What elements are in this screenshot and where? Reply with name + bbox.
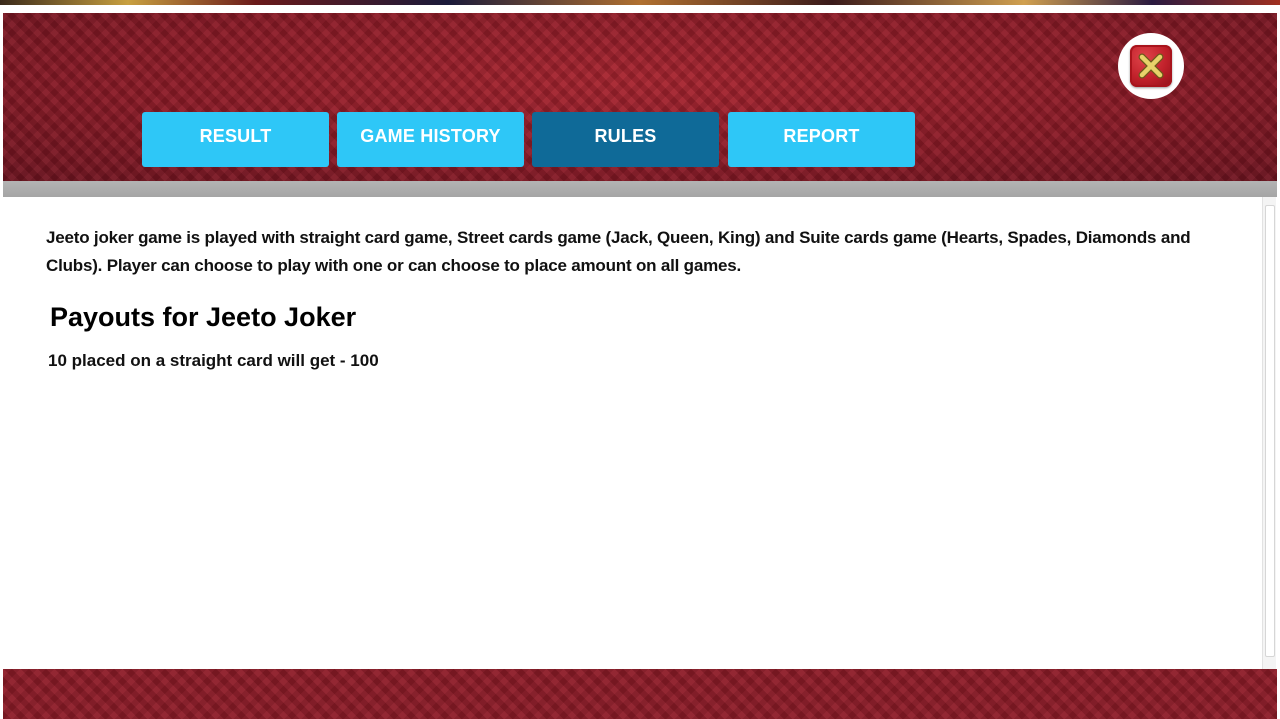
scrollbar-thumb[interactable] <box>1265 205 1275 657</box>
content-header-bar <box>3 181 1277 197</box>
payout-line: 10 placed on a straight card will get - … <box>48 351 379 370</box>
rules-intro-text: Jeeto joker game is played with straight… <box>46 228 1191 275</box>
payouts-heading: Payouts for Jeeto Joker <box>50 302 357 332</box>
tab-game-history[interactable]: GAME HISTORY <box>337 112 524 167</box>
tab-result[interactable]: RESULT <box>142 112 329 167</box>
tab-rules[interactable]: RULES <box>532 112 719 167</box>
close-icon <box>1130 45 1172 87</box>
content-scrollbar[interactable] <box>1262 197 1276 669</box>
close-button[interactable] <box>1118 33 1184 99</box>
tab-report[interactable]: REPORT <box>728 112 915 167</box>
footer-panel <box>3 669 1277 719</box>
frame-top-border <box>0 5 1280 13</box>
